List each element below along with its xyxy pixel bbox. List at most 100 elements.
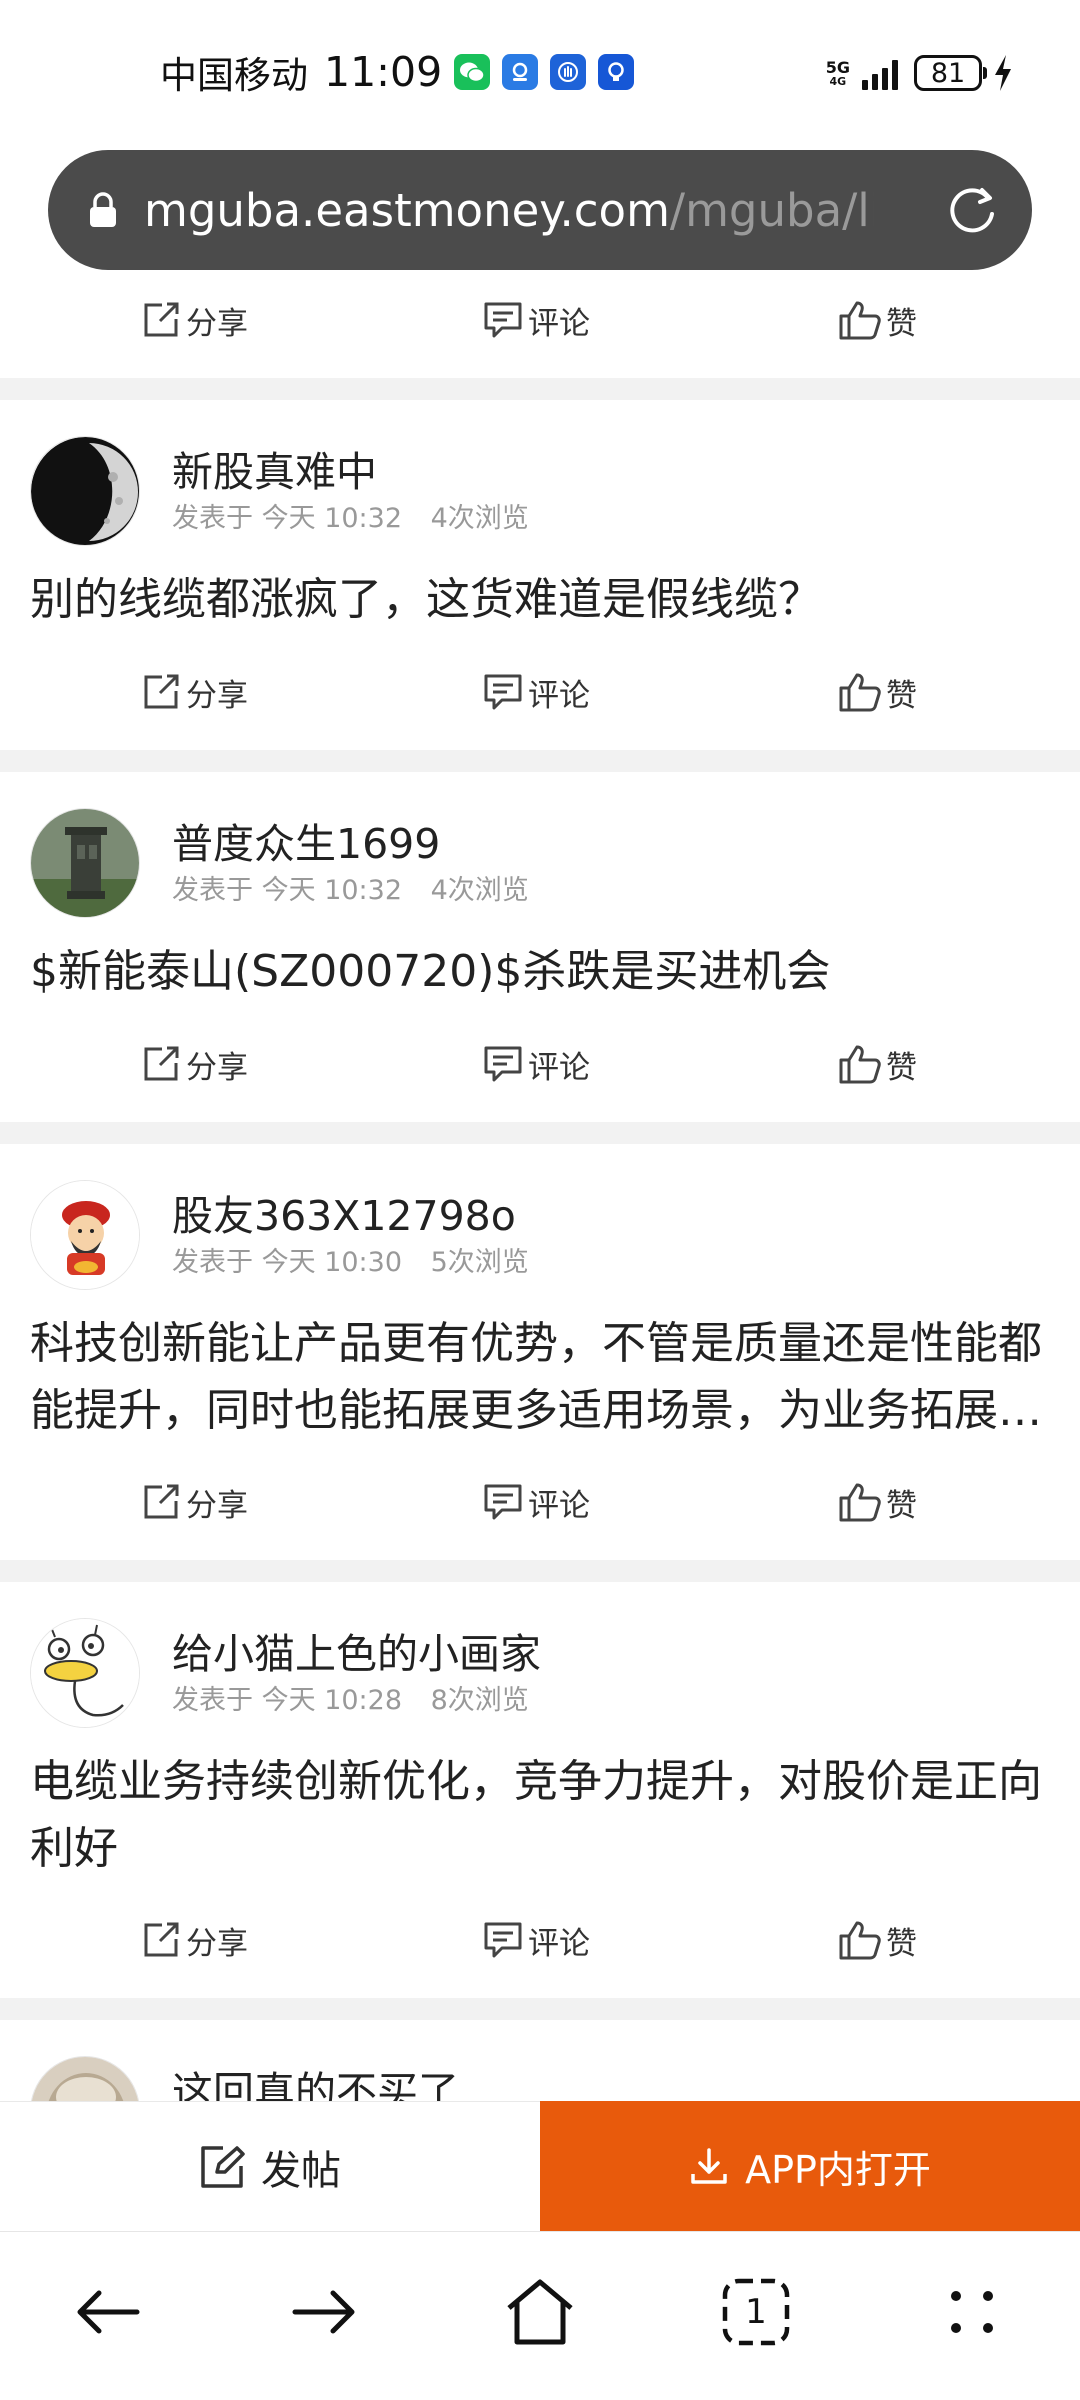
status-left: 中国移动 11:09: [160, 42, 635, 102]
assistant-icon: [502, 54, 539, 90]
url-path: /mguba/lis: [669, 183, 874, 237]
post-date: 今天: [261, 875, 316, 906]
like-button[interactable]: 赞: [838, 1034, 917, 1094]
address-bar[interactable]: mguba.eastmoney.com/mguba/lis: [48, 150, 1032, 270]
view-count: 8次浏览: [430, 1685, 529, 1716]
comment-button[interactable]: 评论: [482, 1472, 590, 1532]
comment-icon: [484, 1484, 522, 1520]
tabs-button[interactable]: 1: [716, 2272, 796, 2352]
post-actions: 分享 评论 赞: [0, 662, 1080, 722]
dog-avatar-icon: [31, 2057, 139, 2101]
landscape-avatar-icon: [31, 809, 139, 917]
like-label: 赞: [886, 677, 917, 714]
post-card-4[interactable]: 给小猫上色的小画家 发表于 今天 10:28 8次浏览 电缆业务持续创新优化，竞…: [0, 1582, 1080, 1998]
post-time: 10:32: [324, 875, 402, 906]
author-name[interactable]: 新股真难中: [172, 438, 377, 498]
avatar[interactable]: [30, 1618, 140, 1728]
network-4g-label: 4G: [829, 75, 847, 88]
hand-icon: [550, 54, 587, 90]
author-name[interactable]: 这回真的不买了: [172, 2058, 459, 2101]
open-app-label: APP内打开: [745, 2147, 931, 2192]
share-label: 分享: [186, 1487, 248, 1524]
share-button[interactable]: 分享: [140, 1472, 248, 1532]
view-count: 4次浏览: [430, 875, 529, 906]
network-5g-label: 5G: [825, 58, 850, 77]
share-button[interactable]: 分享: [140, 662, 248, 722]
avatar[interactable]: [30, 808, 140, 918]
share-button[interactable]: 分享: [140, 1034, 248, 1094]
post-time: 10:28: [324, 1685, 402, 1716]
back-button[interactable]: [68, 2272, 148, 2352]
share-label: 分享: [186, 677, 248, 714]
like-label: 赞: [886, 1925, 917, 1962]
post-card-5[interactable]: 这回真的不买了: [0, 2020, 1080, 2101]
network-type: 5G 4G: [826, 59, 850, 87]
download-icon: [691, 2148, 727, 2184]
post-content[interactable]: 电缆业务持续创新优化，竞争力提升，对股价是正向利好: [30, 1748, 1045, 1882]
share-icon: [144, 1922, 179, 1957]
post-time: 10:30: [324, 1247, 402, 1278]
comment-label: 评论: [528, 1487, 590, 1524]
view-count: 5次浏览: [430, 1247, 529, 1278]
post-content[interactable]: 科技创新能让产品更有优势，不管是质量还是性能都能提升，同时也能拓展更多适用场景，…: [30, 1310, 1045, 1444]
post-actions: 分享 评论 赞: [0, 1910, 1080, 1970]
compose-label: 发帖: [261, 2148, 341, 2194]
post-content[interactable]: $新能泰山(SZ000720)$杀跌是买进机会: [30, 938, 1045, 1005]
post-content[interactable]: 别的线缆都涨疯了，这货难道是假线缆？: [30, 566, 1045, 633]
forward-button[interactable]: [284, 2272, 364, 2352]
share-button[interactable]: 分享: [140, 1910, 248, 1970]
comment-button[interactable]: 评论: [482, 1034, 590, 1094]
like-button[interactable]: 赞: [838, 1472, 917, 1532]
post-card-2[interactable]: 普度众生1699 发表于 今天 10:32 4次浏览 $新能泰山(SZ00072…: [0, 772, 1080, 1122]
meta-prefix: 发表于: [172, 1247, 253, 1278]
author-name[interactable]: 普度众生1699: [172, 810, 440, 870]
share-label: 分享: [186, 1049, 248, 1086]
comment-label: 评论: [528, 1049, 590, 1086]
share-icon: [144, 1046, 179, 1081]
url-text[interactable]: mguba.eastmoney.com/mguba/lis: [144, 184, 874, 237]
compose-icon: [201, 2146, 245, 2188]
avatar[interactable]: [30, 1180, 140, 1290]
post-date: 今天: [261, 503, 316, 534]
view-count: 4次浏览: [430, 503, 529, 534]
thumbs-up-icon: [839, 1921, 881, 1960]
like-button[interactable]: 赞: [838, 1910, 917, 1970]
post-meta: 发表于 今天 10:30 5次浏览: [172, 1240, 529, 1279]
comment-label: 评论: [528, 1925, 590, 1962]
post-meta: 发表于 今天 10:28 8次浏览: [172, 1678, 529, 1717]
clock: 11:09: [324, 48, 443, 96]
post-meta: 发表于 今天 10:32 4次浏览: [172, 496, 529, 535]
status-bar: 中国移动 11:09 5G 4G 81: [0, 0, 1080, 140]
comment-button[interactable]: 评论: [482, 662, 590, 722]
post-date: 今天: [261, 1685, 316, 1716]
post-card-3[interactable]: 股友363X12798o 发表于 今天 10:30 5次浏览 科技创新能让产品更…: [0, 1144, 1080, 1560]
like-button[interactable]: 赞: [838, 662, 917, 722]
tab-count: 1: [745, 2292, 767, 2332]
browser-nav-bar: 1: [0, 2231, 1080, 2400]
avatar[interactable]: [30, 2056, 140, 2101]
post-card-1[interactable]: 新股真难中 发表于 今天 10:32 4次浏览 别的线缆都涨疯了，这货难道是假线…: [0, 400, 1080, 750]
open-in-app-button[interactable]: APP内打开: [540, 2101, 1080, 2231]
like-label: 赞: [886, 1487, 917, 1524]
feed-list: 新股真难中 发表于 今天 10:32 4次浏览 别的线缆都涨疯了，这货难道是假线…: [0, 278, 1080, 2101]
comment-button[interactable]: 评论: [482, 1910, 590, 1970]
carrier-label: 中国移动: [160, 54, 308, 97]
author-name[interactable]: 给小猫上色的小画家: [172, 1620, 541, 1680]
status-right: 5G 4G 81: [826, 48, 1014, 98]
arrow-right-icon: [292, 2290, 355, 2334]
comment-label: 评论: [528, 677, 590, 714]
comment-icon: [484, 1046, 522, 1082]
home-button[interactable]: [500, 2272, 580, 2352]
avatar[interactable]: [30, 436, 140, 546]
arrow-left-icon: [77, 2290, 140, 2334]
share-label: 分享: [186, 1925, 248, 1962]
post-meta: 发表于 今天 10:32 4次浏览: [172, 868, 529, 907]
signal-icon: [862, 60, 898, 90]
author-name[interactable]: 股友363X12798o: [172, 1182, 516, 1242]
compose-post-button[interactable]: 发帖: [0, 2102, 540, 2232]
post-actions: 分享 评论 赞: [0, 1472, 1080, 1532]
reload-button[interactable]: [942, 180, 1002, 240]
thumbs-up-icon: [839, 1045, 881, 1084]
menu-button[interactable]: [932, 2272, 1012, 2352]
post-feed[interactable]: 分享 评论 赞 新股真难中 发表于 今天 10:32 4次浏览 别的线缆都涨疯了…: [0, 278, 1080, 2101]
